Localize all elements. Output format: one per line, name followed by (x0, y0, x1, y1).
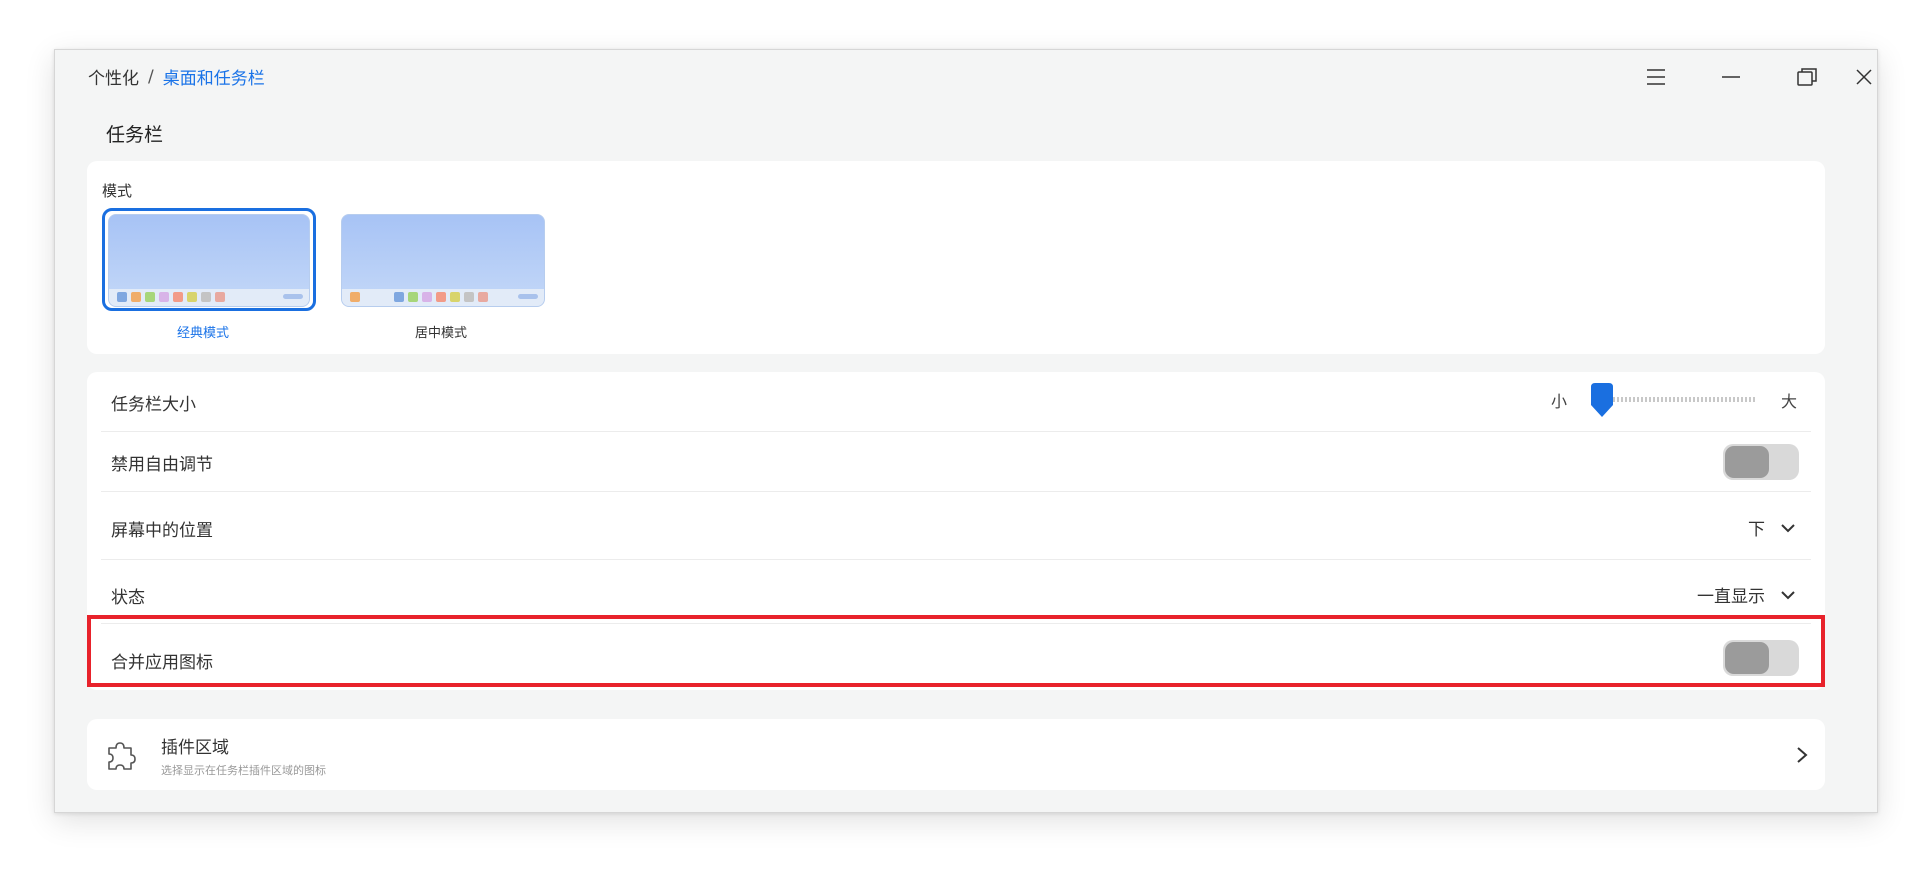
close-button[interactable] (1846, 59, 1882, 95)
mode-option-classic[interactable]: 经典模式 (177, 322, 229, 341)
breadcrumb-current: 桌面和任务栏 (162, 69, 265, 89)
minimize-button[interactable] (1713, 59, 1749, 95)
slider-min-label: 小 (1551, 392, 1568, 411)
app-dot (131, 292, 141, 302)
position-row: 屏幕中的位置 下 (101, 492, 1811, 560)
app-dot (436, 292, 446, 302)
restore-icon (1797, 68, 1817, 86)
breadcrumb-parent[interactable]: 个性化 (88, 64, 139, 89)
title-bar: 个性化 / 桌面和任务栏 (55, 50, 1877, 100)
app-dot (117, 292, 127, 302)
restore-button[interactable] (1789, 59, 1825, 95)
slider-track[interactable] (1605, 397, 1755, 402)
app-dot (145, 292, 155, 302)
app-dot (173, 292, 183, 302)
position-label: 屏幕中的位置 (111, 521, 213, 541)
centered-mode-thumbnail[interactable] (341, 214, 545, 307)
menu-icon (1647, 69, 1665, 85)
mode-card: 模式 经典模式 居中模式 (87, 161, 1825, 354)
taskbar-size-slider[interactable]: 小 大 (1551, 378, 1797, 418)
chevron-down-icon (1781, 590, 1795, 599)
breadcrumb-separator: / (148, 66, 154, 87)
app-dot (450, 292, 460, 302)
app-dot (464, 292, 474, 302)
slider-max-label: 大 (1780, 392, 1797, 411)
slider-handle[interactable] (1587, 383, 1617, 419)
mode-label: 模式 (102, 182, 133, 200)
settings-window: 个性化 / 桌面和任务栏 任务栏 模式 经典模式 居中模式 任务栏大小 小 大 … (54, 49, 1878, 813)
app-dot (159, 292, 169, 302)
classic-mode-thumbnail[interactable] (108, 214, 310, 307)
position-value: 下 (1748, 520, 1765, 540)
highlight-box (87, 615, 1825, 687)
disable-resize-label: 禁用自由调节 (111, 455, 213, 475)
menu-button[interactable] (1638, 59, 1674, 95)
app-dot (187, 292, 197, 302)
plugin-area-subtitle: 选择显示在任务栏插件区域的图标 (161, 764, 326, 777)
app-dot (201, 292, 211, 302)
section-title: 任务栏 (106, 124, 164, 146)
app-dot (422, 292, 432, 302)
mode-option-centered[interactable]: 居中模式 (415, 322, 467, 341)
taskbar-size-row: 任务栏大小 小 大 (101, 372, 1811, 432)
minimize-icon (1722, 76, 1740, 78)
disable-resize-row: 禁用自由调节 (101, 432, 1811, 492)
status-label: 状态 (111, 588, 145, 608)
disable-resize-toggle[interactable] (1723, 444, 1799, 480)
status-dropdown[interactable]: 一直显示 (1697, 582, 1797, 607)
app-dot (394, 292, 404, 302)
plugin-area-title: 插件区域 (161, 738, 229, 758)
app-dot (478, 292, 488, 302)
chevron-right-icon (1797, 747, 1808, 763)
taskbar-size-label: 任务栏大小 (111, 395, 196, 415)
position-dropdown[interactable]: 下 (1748, 515, 1797, 540)
app-dot (408, 292, 418, 302)
app-dot (350, 292, 360, 302)
chevron-down-icon (1781, 523, 1795, 532)
toggle-knob (1725, 446, 1769, 478)
breadcrumb: 个性化 / 桌面和任务栏 (88, 64, 265, 90)
tray-preview (283, 294, 303, 299)
tray-preview (518, 294, 538, 299)
app-dot (215, 292, 225, 302)
plugin-area-card[interactable]: 插件区域 选择显示在任务栏插件区域的图标 (87, 719, 1825, 790)
status-value: 一直显示 (1697, 587, 1765, 607)
puzzle-icon (108, 742, 136, 770)
close-icon (1856, 69, 1872, 85)
